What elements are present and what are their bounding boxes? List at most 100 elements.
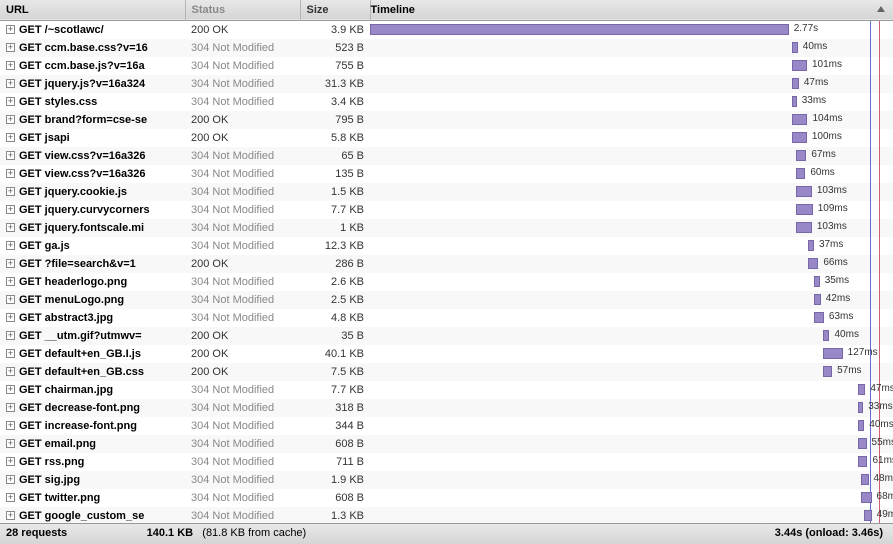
col-timeline[interactable]: Timeline — [370, 0, 893, 20]
timing-bar[interactable] — [814, 294, 820, 305]
timing-bar[interactable] — [792, 132, 807, 143]
timing-bar[interactable] — [808, 258, 818, 269]
url-cell[interactable]: GET jquery.curvycorners — [0, 201, 185, 219]
table-row[interactable]: GET twitter.png304 Not Modified608 B68ms — [0, 489, 893, 507]
table-row[interactable]: GET abstract3.jpg304 Not Modified4.8 KB6… — [0, 309, 893, 327]
table-row[interactable]: GET jquery.js?v=16a324304 Not Modified31… — [0, 75, 893, 93]
expand-icon[interactable] — [6, 61, 15, 70]
url-cell[interactable]: GET decrease-font.png — [0, 399, 185, 417]
expand-icon[interactable] — [6, 439, 15, 448]
timing-bar[interactable] — [858, 402, 863, 413]
url-cell[interactable]: GET /~scotlawc/ — [0, 20, 185, 39]
expand-icon[interactable] — [6, 511, 15, 520]
col-status[interactable]: Status — [185, 0, 300, 20]
expand-icon[interactable] — [6, 295, 15, 304]
url-cell[interactable]: GET __utm.gif?utmwv= — [0, 327, 185, 345]
col-size[interactable]: Size — [300, 0, 370, 20]
expand-icon[interactable] — [6, 43, 15, 52]
table-row[interactable]: GET jquery.cookie.js304 Not Modified1.5 … — [0, 183, 893, 201]
url-cell[interactable]: GET jquery.cookie.js — [0, 183, 185, 201]
expand-icon[interactable] — [6, 277, 15, 286]
expand-icon[interactable] — [6, 115, 15, 124]
url-cell[interactable]: GET rss.png — [0, 453, 185, 471]
table-row[interactable]: GET view.css?v=16a326304 Not Modified65 … — [0, 147, 893, 165]
url-cell[interactable]: GET styles.css — [0, 93, 185, 111]
expand-icon[interactable] — [6, 133, 15, 142]
table-row[interactable]: GET menuLogo.png304 Not Modified2.5 KB42… — [0, 291, 893, 309]
table-row[interactable]: GET jsapi200 OK5.8 KB100ms — [0, 129, 893, 147]
expand-icon[interactable] — [6, 457, 15, 466]
timing-bar[interactable] — [792, 96, 797, 107]
table-row[interactable]: GET ?file=search&v=1200 OK286 B66ms — [0, 255, 893, 273]
expand-icon[interactable] — [6, 493, 15, 502]
timing-bar[interactable] — [796, 222, 812, 233]
timing-bar[interactable] — [823, 348, 842, 359]
timing-bar[interactable] — [370, 24, 789, 35]
timing-bar[interactable] — [796, 150, 806, 161]
table-row[interactable]: GET headerlogo.png304 Not Modified2.6 KB… — [0, 273, 893, 291]
url-cell[interactable]: GET headerlogo.png — [0, 273, 185, 291]
url-cell[interactable]: GET ?file=search&v=1 — [0, 255, 185, 273]
expand-icon[interactable] — [6, 241, 15, 250]
url-cell[interactable]: GET increase-font.png — [0, 417, 185, 435]
table-row[interactable]: GET brand?form=cse-se200 OK795 B104ms — [0, 111, 893, 129]
table-row[interactable]: GET jquery.fontscale.mi304 Not Modified1… — [0, 219, 893, 237]
timing-bar[interactable] — [796, 186, 812, 197]
expand-icon[interactable] — [6, 97, 15, 106]
table-row[interactable]: GET ga.js304 Not Modified12.3 KB37ms — [0, 237, 893, 255]
timing-bar[interactable] — [858, 384, 865, 395]
col-url[interactable]: URL — [0, 0, 185, 20]
expand-icon[interactable] — [6, 259, 15, 268]
table-row[interactable]: GET google_custom_se304 Not Modified1.3 … — [0, 507, 893, 525]
table-row[interactable]: GET ccm.base.js?v=16a304 Not Modified755… — [0, 57, 893, 75]
expand-icon[interactable] — [6, 385, 15, 394]
timing-bar[interactable] — [861, 474, 868, 485]
expand-icon[interactable] — [6, 205, 15, 214]
timing-bar[interactable] — [808, 240, 814, 251]
table-row[interactable]: GET default+en_GB.css200 OK7.5 KB57ms — [0, 363, 893, 381]
table-row[interactable]: GET ccm.base.css?v=16304 Not Modified523… — [0, 39, 893, 57]
expand-icon[interactable] — [6, 223, 15, 232]
url-cell[interactable]: GET abstract3.jpg — [0, 309, 185, 327]
url-cell[interactable]: GET jquery.js?v=16a324 — [0, 75, 185, 93]
timing-bar[interactable] — [858, 438, 866, 449]
url-cell[interactable]: GET view.css?v=16a326 — [0, 165, 185, 183]
url-cell[interactable]: GET brand?form=cse-se — [0, 111, 185, 129]
expand-icon[interactable] — [6, 151, 15, 160]
expand-icon[interactable] — [6, 25, 15, 34]
timing-bar[interactable] — [814, 312, 824, 323]
url-cell[interactable]: GET google_custom_se — [0, 507, 185, 525]
timing-bar[interactable] — [861, 492, 871, 503]
table-row[interactable]: GET chairman.jpg304 Not Modified7.7 KB47… — [0, 381, 893, 399]
url-cell[interactable]: GET default+en_GB.I.js — [0, 345, 185, 363]
url-cell[interactable]: GET jquery.fontscale.mi — [0, 219, 185, 237]
url-cell[interactable]: GET ga.js — [0, 237, 185, 255]
expand-icon[interactable] — [6, 331, 15, 340]
expand-icon[interactable] — [6, 421, 15, 430]
timing-bar[interactable] — [796, 168, 805, 179]
expand-icon[interactable] — [6, 475, 15, 484]
expand-icon[interactable] — [6, 349, 15, 358]
table-row[interactable]: GET rss.png304 Not Modified711 B61ms — [0, 453, 893, 471]
table-row[interactable]: GET email.png304 Not Modified608 B55ms — [0, 435, 893, 453]
url-cell[interactable]: GET email.png — [0, 435, 185, 453]
expand-icon[interactable] — [6, 187, 15, 196]
expand-icon[interactable] — [6, 169, 15, 178]
url-cell[interactable]: GET view.css?v=16a326 — [0, 147, 185, 165]
table-row[interactable]: GET sig.jpg304 Not Modified1.9 KB48ms — [0, 471, 893, 489]
timing-bar[interactable] — [792, 78, 799, 89]
url-cell[interactable]: GET chairman.jpg — [0, 381, 185, 399]
url-cell[interactable]: GET ccm.base.js?v=16a — [0, 57, 185, 75]
timing-bar[interactable] — [864, 510, 871, 521]
table-row[interactable]: GET decrease-font.png304 Not Modified318… — [0, 399, 893, 417]
table-row[interactable]: GET __utm.gif?utmwv=200 OK35 B40ms — [0, 327, 893, 345]
timing-bar[interactable] — [796, 204, 812, 215]
table-row[interactable]: GET increase-font.png304 Not Modified344… — [0, 417, 893, 435]
url-cell[interactable]: GET menuLogo.png — [0, 291, 185, 309]
url-cell[interactable]: GET ccm.base.css?v=16 — [0, 39, 185, 57]
timing-bar[interactable] — [858, 420, 864, 431]
timing-bar[interactable] — [814, 276, 819, 287]
table-row[interactable]: GET default+en_GB.I.js200 OK40.1 KB127ms — [0, 345, 893, 363]
table-row[interactable]: GET view.css?v=16a326304 Not Modified135… — [0, 165, 893, 183]
expand-icon[interactable] — [6, 313, 15, 322]
